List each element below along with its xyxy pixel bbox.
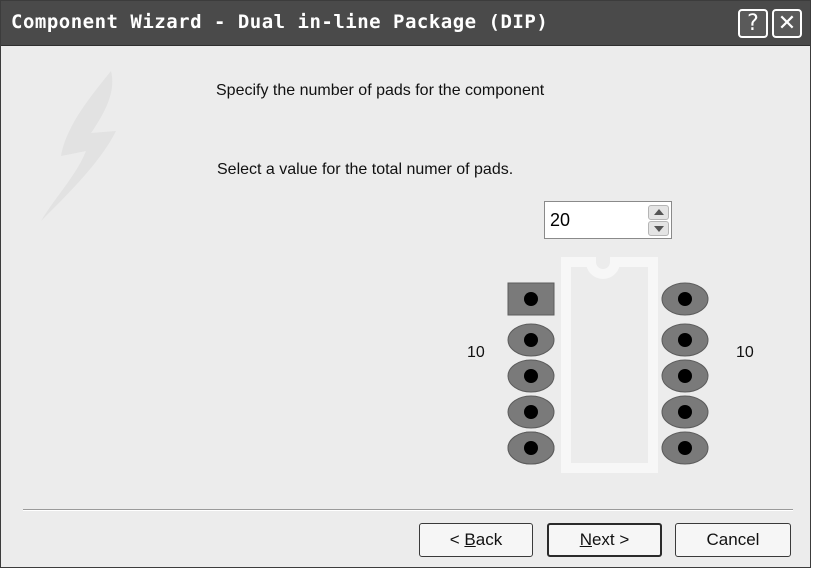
close-icon: ✕ — [777, 11, 797, 36]
wizard-dialog: Component Wizard - Dual in-line Package … — [0, 0, 811, 568]
pad-count-spinner[interactable] — [544, 201, 672, 239]
back-label-rest: ack — [475, 530, 503, 549]
title-bar[interactable]: Component Wizard - Dual in-line Package … — [1, 1, 810, 46]
drill-hole — [524, 292, 538, 306]
help-button[interactable]: ? — [738, 9, 768, 38]
back-button[interactable]: < Back — [419, 523, 533, 557]
drill-hole — [678, 292, 692, 306]
drill-hole — [524, 333, 538, 347]
dip-package-drawing — [507, 257, 709, 473]
next-button[interactable]: Next > — [547, 523, 662, 557]
pad-count-input[interactable] — [548, 206, 645, 234]
button-separator — [23, 509, 793, 511]
dip-preview: 10 10 — [461, 256, 781, 486]
next-label-rest: ext > — [591, 530, 630, 549]
drill-hole — [678, 441, 692, 455]
cancel-button[interactable]: Cancel — [675, 523, 791, 557]
next-mnemonic: N — [579, 530, 592, 549]
wizard-page: Specify the number of pads for the compo… — [1, 46, 810, 567]
drill-hole — [678, 333, 692, 347]
drill-hole — [678, 369, 692, 383]
back-prefix: < — [449, 530, 465, 549]
drill-hole — [678, 405, 692, 419]
spin-up-icon[interactable] — [648, 205, 669, 220]
drill-hole — [524, 369, 538, 383]
close-button[interactable]: ✕ — [772, 9, 802, 38]
drill-hole — [524, 405, 538, 419]
pad-count-prompt: Select a value for the total numer of pa… — [217, 161, 514, 178]
page-heading: Specify the number of pads for the compo… — [216, 82, 545, 99]
spin-down-icon[interactable] — [648, 221, 669, 236]
help-icon: ? — [747, 11, 759, 36]
window-title: Component Wizard - Dual in-line Package … — [11, 11, 549, 33]
back-mnemonic: B — [464, 530, 476, 549]
drill-hole — [524, 441, 538, 455]
wizard-watermark-logo — [41, 71, 116, 221]
